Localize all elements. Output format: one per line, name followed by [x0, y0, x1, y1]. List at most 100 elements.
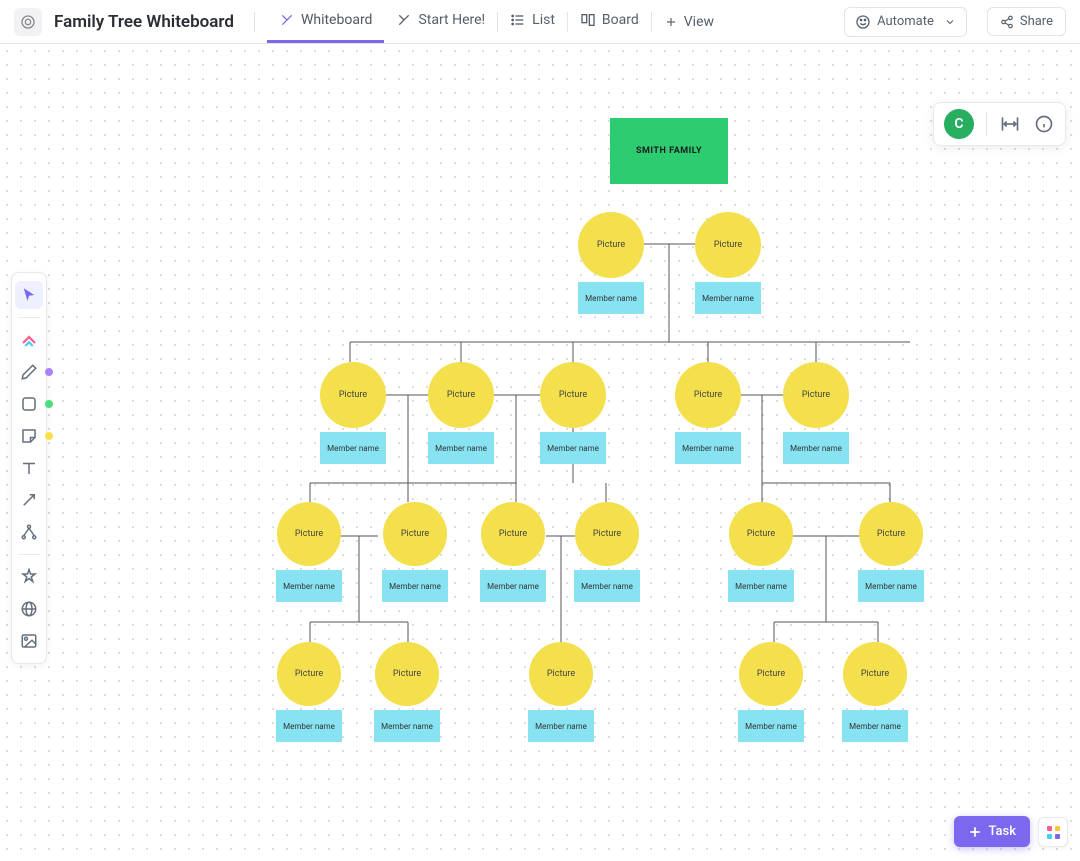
tree-node[interactable]: Picture Member name: [540, 362, 606, 464]
member-label: Member name: [738, 710, 804, 742]
tree-node[interactable]: Picture Member name: [320, 362, 386, 464]
diagram-tool[interactable]: [15, 518, 43, 546]
tree-node[interactable]: Picture Member name: [675, 362, 741, 464]
automate-label: Automate: [877, 14, 934, 29]
tree-node[interactable]: Picture Member name: [783, 362, 849, 464]
picture-circle: Picture: [383, 502, 447, 566]
tree-node[interactable]: Picture Member name: [276, 502, 342, 602]
image-tool[interactable]: [15, 627, 43, 655]
member-label: Member name: [540, 432, 606, 464]
picture-circle: Picture: [695, 212, 761, 278]
sticky-tool[interactable]: [15, 422, 43, 450]
picture-circle: Picture: [575, 502, 639, 566]
view-button[interactable]: View: [652, 14, 726, 30]
tab-label: Start Here!: [418, 12, 485, 28]
picture-circle: Picture: [783, 362, 849, 428]
picture-circle: Picture: [729, 502, 793, 566]
tree-node[interactable]: Picture Member name: [858, 502, 924, 602]
header: Family Tree Whiteboard Whiteboard Start …: [0, 0, 1080, 44]
tree-node[interactable]: Picture Member name: [276, 642, 342, 742]
separator: [254, 12, 255, 32]
member-label: Member name: [858, 570, 924, 602]
separator: [986, 112, 987, 136]
member-label: Member name: [783, 432, 849, 464]
tree-node[interactable]: Picture Member name: [382, 502, 448, 602]
share-label: Share: [1020, 14, 1053, 29]
tree-node[interactable]: Picture Member name: [574, 502, 640, 602]
member-label: Member name: [320, 432, 386, 464]
picture-circle: Picture: [540, 362, 606, 428]
tree-node[interactable]: PictureMember name: [728, 502, 794, 602]
member-label: Member name: [695, 282, 761, 314]
automate-button[interactable]: Automate: [844, 7, 967, 37]
pointer-tool[interactable]: [15, 281, 43, 309]
color-dot: [45, 368, 53, 376]
family-title[interactable]: SMITH FAMILY: [610, 118, 728, 184]
member-label: Member name: [276, 710, 342, 742]
left-toolbar: [11, 272, 47, 664]
member-label: Member name: [382, 570, 448, 602]
tab-label: List: [532, 12, 555, 28]
picture-circle: Picture: [277, 502, 341, 566]
tab-list[interactable]: List: [498, 0, 567, 43]
share-button[interactable]: Share: [987, 7, 1066, 36]
tree-node[interactable]: Picture Member name: [695, 212, 761, 314]
separator: [18, 554, 40, 555]
member-label: Member name: [675, 432, 741, 464]
tree-node[interactable]: Picture Member name: [578, 212, 644, 314]
color-dot: [45, 432, 53, 440]
member-label: Member name: [428, 432, 494, 464]
picture-circle: Picture: [277, 642, 341, 706]
view-label: View: [684, 14, 714, 30]
document-icon: [14, 8, 42, 36]
picture-circle: Picture: [320, 362, 386, 428]
task-label: Task: [988, 824, 1016, 839]
color-dot: [45, 400, 53, 408]
tree-node[interactable]: Picture Member name: [842, 642, 908, 742]
member-label: Member name: [276, 570, 342, 602]
member-label: Member name: [842, 710, 908, 742]
text-tool[interactable]: [15, 454, 43, 482]
presence-panel: C: [933, 102, 1066, 146]
picture-circle: Picture: [739, 642, 803, 706]
web-tool[interactable]: [15, 595, 43, 623]
tree-node[interactable]: Picture Member name: [428, 362, 494, 464]
document-title[interactable]: Family Tree Whiteboard: [54, 12, 234, 32]
member-label: Member name: [374, 710, 440, 742]
task-button[interactable]: Task: [954, 816, 1030, 847]
picture-circle: Picture: [428, 362, 494, 428]
pen-tool[interactable]: [15, 358, 43, 386]
fit-width-icon[interactable]: [999, 113, 1021, 135]
member-label: Member name: [528, 710, 594, 742]
tab-label: Board: [602, 12, 639, 28]
tab-whiteboard[interactable]: Whiteboard: [267, 0, 385, 43]
tree-node[interactable]: Picture Member name: [374, 642, 440, 742]
tree-node[interactable]: Picture Member name: [528, 642, 594, 742]
picture-circle: Picture: [675, 362, 741, 428]
connector-tool[interactable]: [15, 486, 43, 514]
separator: [18, 317, 40, 318]
apps-icon: [1047, 826, 1060, 839]
picture-circle: Picture: [578, 212, 644, 278]
member-label: Member name: [480, 570, 546, 602]
shape-tool[interactable]: [15, 390, 43, 418]
picture-circle: Picture: [481, 502, 545, 566]
tree-node[interactable]: Picture Member name: [738, 642, 804, 742]
info-icon[interactable]: [1033, 113, 1055, 135]
picture-circle: Picture: [859, 502, 923, 566]
clickup-tool[interactable]: [15, 326, 43, 354]
tree-node[interactable]: Picture Member name: [480, 502, 546, 602]
member-label: Member name: [578, 282, 644, 314]
apps-button[interactable]: [1038, 817, 1068, 847]
picture-circle: Picture: [843, 642, 907, 706]
widgets-tool[interactable]: [15, 563, 43, 591]
tab-start-here[interactable]: Start Here!: [384, 0, 497, 43]
tabs: Whiteboard Start Here! List Board View: [267, 0, 726, 43]
avatar[interactable]: C: [944, 109, 974, 139]
tab-board[interactable]: Board: [568, 0, 651, 43]
chevron-down-icon: [944, 16, 956, 28]
member-label: Member name: [574, 570, 640, 602]
picture-circle: Picture: [375, 642, 439, 706]
picture-circle: Picture: [529, 642, 593, 706]
canvas[interactable]: C SMITH FAMILY: [0, 44, 1080, 861]
